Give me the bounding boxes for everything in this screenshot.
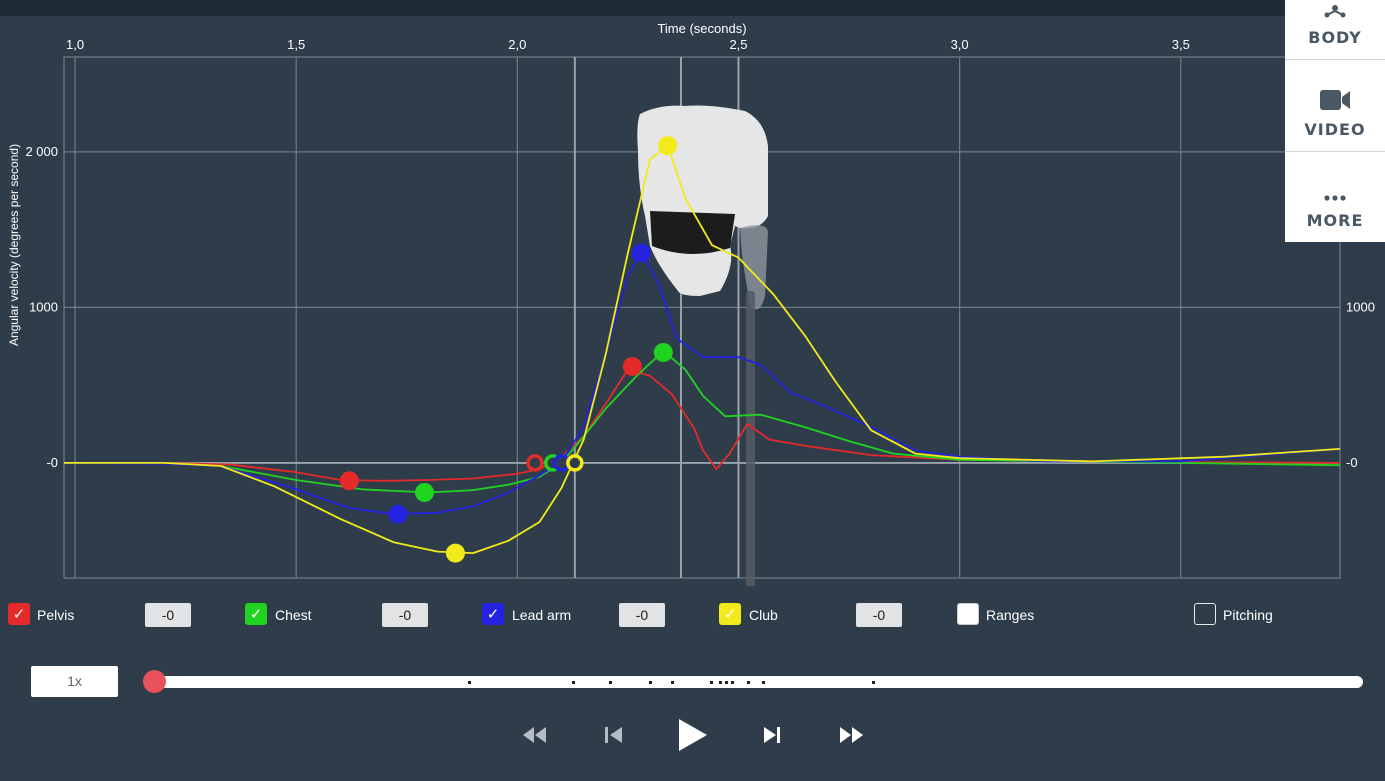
club-start-marker — [566, 454, 584, 472]
lead-arm-peak-marker — [388, 504, 408, 524]
pitching-label: Pitching — [1223, 607, 1273, 623]
pelvis-start-marker — [526, 454, 544, 472]
x-tick-label: 1,0 — [66, 37, 84, 52]
more-dots-icon — [1324, 195, 1346, 201]
y-tick-label-left: 2 000 — [25, 144, 58, 159]
timeline-event-tick — [709, 681, 713, 684]
side-menu: BODY VIDEO MORE — [1285, 0, 1385, 242]
y-tick-label-right: 1000 — [1346, 299, 1375, 314]
chest-line — [64, 350, 1341, 494]
chest-checkbox[interactable]: ✓ — [245, 603, 267, 625]
timeline-event-tick — [747, 681, 751, 684]
next-frame-button[interactable] — [761, 716, 783, 754]
chest-peak-marker — [414, 482, 434, 502]
club-label: Club — [749, 607, 778, 623]
club-value: -0 — [856, 603, 902, 627]
ranges-label: Ranges — [986, 607, 1035, 623]
more-button[interactable]: MORE — [1285, 152, 1385, 242]
video-button[interactable]: VIDEO — [1285, 60, 1385, 152]
legend: ✓ Pelvis -0 ✓ Chest -0 ✓ Lead arm -0 ✓ C… — [0, 603, 1385, 628]
club-peak-marker — [658, 136, 678, 156]
x-tick-label: 2,5 — [729, 37, 747, 52]
lead-arm-value: -0 — [619, 603, 665, 627]
check-icon: ✓ — [249, 605, 263, 623]
timeline-event-tick — [609, 681, 613, 684]
rewind-button[interactable] — [522, 716, 548, 754]
video-label: VIDEO — [1304, 120, 1366, 139]
pelvis-checkbox[interactable]: ✓ — [8, 603, 30, 625]
x-tick-label: 3,5 — [1172, 37, 1190, 52]
x-axis-title: Time (seconds) — [657, 21, 746, 36]
timeline-event-tick — [761, 681, 765, 684]
playback-speed-button[interactable]: 1x — [31, 666, 118, 697]
timeline-event-tick — [649, 681, 653, 684]
check-icon: ✓ — [486, 605, 500, 623]
chest-peak-marker — [653, 342, 673, 362]
timeline-event-tick — [467, 681, 471, 684]
chest-label: Chest — [275, 607, 312, 623]
ranges-checkbox[interactable] — [957, 603, 979, 625]
more-label: MORE — [1306, 211, 1364, 230]
pelvis-value: -0 — [145, 603, 191, 627]
chest-value: -0 — [382, 603, 428, 627]
pelvis-line — [64, 368, 1341, 482]
y-tick-label-left: -0 — [46, 455, 58, 470]
timeline-event-tick — [670, 681, 674, 684]
body-icon — [1324, 5, 1346, 18]
y-axis-title: Angular velocity (degrees per second) — [7, 144, 21, 346]
video-camera-icon — [1320, 90, 1350, 110]
lead-arm-label: Lead arm — [512, 607, 572, 623]
pelvis-peak-marker — [622, 356, 642, 376]
timeline-track[interactable] — [153, 676, 1363, 688]
club-peak-marker — [445, 543, 465, 563]
fast-forward-button[interactable] — [838, 716, 864, 754]
check-icon: ✓ — [723, 605, 737, 623]
x-tick-label: 1,5 — [287, 37, 305, 52]
pelvis-label: Pelvis — [37, 607, 75, 623]
club-checkbox[interactable]: ✓ — [719, 603, 741, 625]
timeline-event-tick — [571, 681, 575, 684]
angular-velocity-chart: 1,0 1,5 2,0 2,5 3,0 3,5 2 000 1000 -0 1000 -0 Time… — [7, 21, 1375, 586]
timeline-event-tick — [719, 681, 723, 684]
check-icon: ✓ — [12, 605, 26, 623]
y-tick-label-left: 1000 — [29, 299, 58, 314]
previous-frame-button[interactable] — [603, 716, 625, 754]
timeline-event-tick — [725, 681, 729, 684]
y-tick-label-right: -0 — [1346, 455, 1358, 470]
x-tick-label: 2,0 — [508, 37, 526, 52]
x-tick-label: 3,0 — [951, 37, 969, 52]
pelvis-peak-marker — [339, 471, 359, 491]
play-button[interactable] — [675, 716, 709, 754]
lead-arm-checkbox[interactable]: ✓ — [482, 603, 504, 625]
timeline-scrubber-handle[interactable] — [143, 670, 166, 693]
lead-arm-peak-marker — [631, 243, 651, 263]
body-button[interactable]: BODY — [1285, 0, 1385, 60]
timeline-event-tick — [731, 681, 735, 684]
timeline-event-tick — [871, 681, 875, 684]
body-label: BODY — [1308, 28, 1362, 47]
pitching-checkbox[interactable] — [1194, 603, 1216, 625]
status-bar — [0, 0, 1385, 16]
